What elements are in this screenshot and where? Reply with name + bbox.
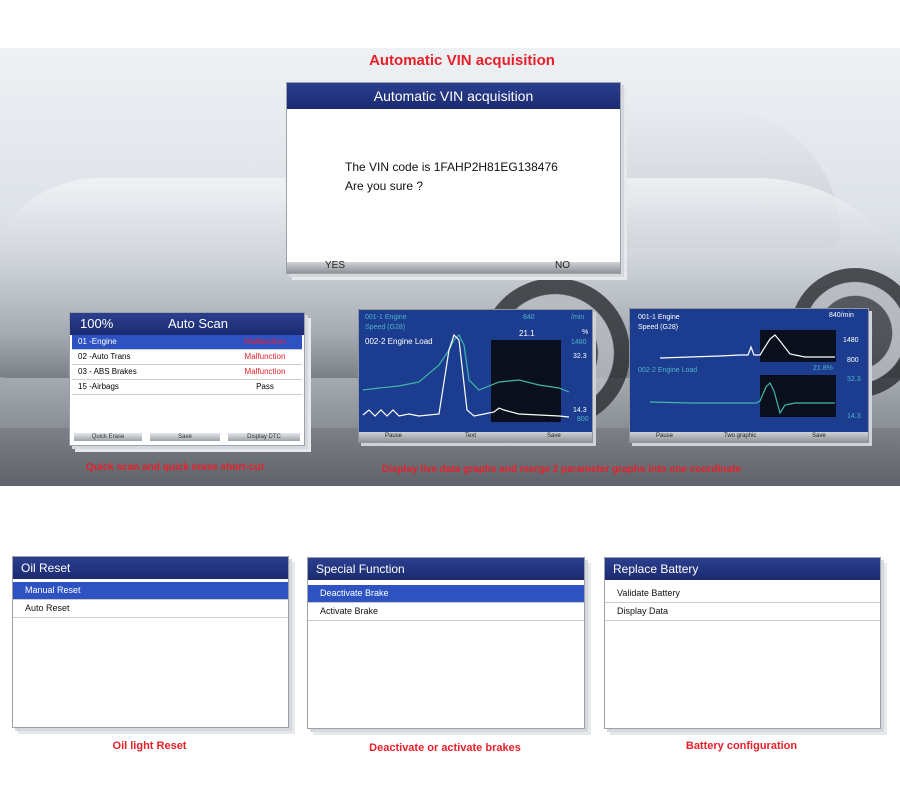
scan-row[interactable]: 15 -Airbags Pass <box>72 380 302 395</box>
scan-row-name: 15 -Airbags <box>78 382 119 391</box>
scan-row-name: 02 -Auto Trans <box>78 352 131 361</box>
menu-item-deactivate-brake[interactable]: Deactivate Brake <box>308 585 584 603</box>
graph1-plot-lines <box>362 333 570 418</box>
graph2-plot-lines <box>649 334 835 415</box>
scan-row-name: 03 - ABS Brakes <box>78 367 137 376</box>
vin-confirm-text: Are you sure ? <box>345 179 424 193</box>
menu-item-manual-reset[interactable]: Manual Reset <box>13 582 288 600</box>
display-dtc-button[interactable]: Display DTC <box>228 433 300 441</box>
vin-dialog: Automatic VIN acquisition The VIN code i… <box>286 82 621 274</box>
scan-row-status: Pass <box>256 382 274 391</box>
save-button[interactable]: Save <box>150 433 220 441</box>
yes-button[interactable]: YES <box>325 260 345 271</box>
oil-reset-title: Oil Reset <box>13 557 288 579</box>
scan-row-status: Malfunction <box>244 367 286 376</box>
live-data-graph-screen: 001-1 Engine Speed (G28) 840 /min 002-2 … <box>358 309 593 443</box>
merged-graph-screen: 001-1 Engine Speed (G28) 840/min 1480 80… <box>629 308 869 443</box>
auto-scan-screen: 100% Auto Scan 01 -Engine Malfunction 02… <box>69 312 305 446</box>
vin-dialog-title: Automatic VIN acquisition <box>287 83 620 109</box>
special-function-screen: Special Function Deactivate Brake Activa… <box>307 557 585 729</box>
scan-row-status: Malfunction <box>244 337 286 346</box>
replace-battery-screen: Replace Battery Validate Battery Display… <box>604 557 881 729</box>
graph2-button-bar: Pause Two graphic Save <box>630 432 868 442</box>
hero-title: Automatic VIN acquisition <box>369 52 555 69</box>
replace-battery-caption: Battery configuration <box>685 740 798 752</box>
save-button[interactable]: Save <box>547 433 561 439</box>
oil-reset-screen: Oil Reset Manual Reset Auto Reset <box>12 556 289 728</box>
menu-item-validate-battery[interactable]: Validate Battery <box>605 585 880 603</box>
vin-message: The VIN code is 1FAHP2H81EG138476 Are yo… <box>345 158 558 196</box>
scan-row[interactable]: 01 -Engine Malfunction <box>72 335 302 350</box>
auto-scan-title: Auto Scan <box>168 316 228 331</box>
special-function-caption: Deactivate or activate brakes <box>369 742 521 754</box>
two-graphic-button[interactable]: Two graphic <box>724 433 756 439</box>
scan-percent: 100% <box>80 316 114 331</box>
vin-code-text: The VIN code is 1FAHP2H81EG138476 <box>345 160 558 174</box>
live-data-caption: Display live data graphs and merge 2 par… <box>382 464 741 475</box>
menu-item-display-data[interactable]: Display Data <box>605 603 880 621</box>
pause-button[interactable]: Pause <box>656 433 673 439</box>
scan-row[interactable]: 02 -Auto Trans Malfunction <box>72 350 302 365</box>
special-function-title: Special Function <box>308 558 584 580</box>
vin-button-bar: YES NO <box>287 260 620 273</box>
save-button[interactable]: Save <box>812 433 826 439</box>
menu-item-auto-reset[interactable]: Auto Reset <box>13 600 288 618</box>
menu-item-activate-brake[interactable]: Activate Brake <box>308 603 584 621</box>
replace-battery-title: Replace Battery <box>605 558 880 580</box>
scan-row-name: 01 -Engine <box>78 337 117 346</box>
quick-erase-button[interactable]: Quick Erase <box>74 433 142 441</box>
oil-reset-caption: Oil light Reset <box>112 740 187 752</box>
scan-row-status: Malfunction <box>244 352 286 361</box>
auto-scan-titlebar: 100% Auto Scan <box>70 313 304 335</box>
text-button[interactable]: Text <box>465 433 476 439</box>
graph1-button-bar: Pause Text Save <box>359 432 592 442</box>
no-button[interactable]: NO <box>555 260 570 271</box>
scan-row[interactable]: 03 - ABS Brakes Malfunction <box>72 365 302 380</box>
pause-button[interactable]: Pause <box>385 433 402 439</box>
quick-scan-caption: Quick scan and quick erase short-cut <box>86 462 264 473</box>
